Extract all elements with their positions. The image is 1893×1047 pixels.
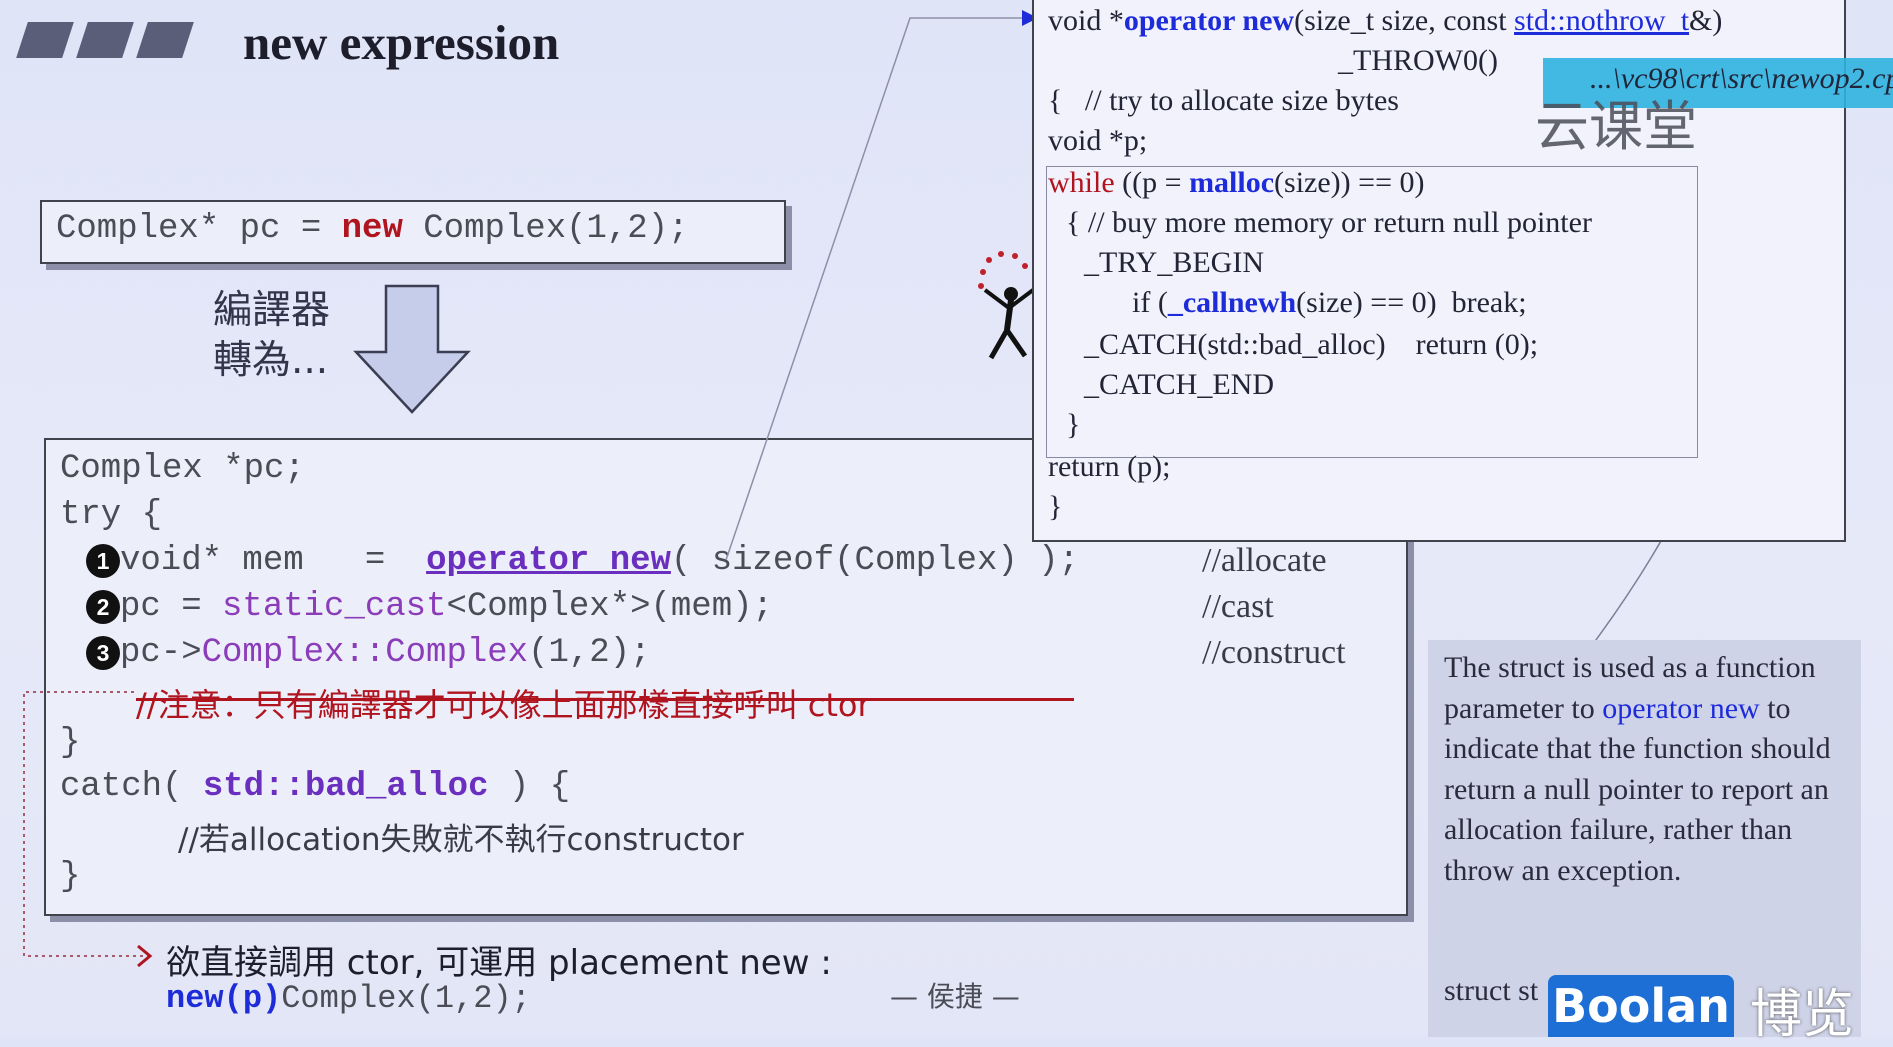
code-line: } <box>1048 490 1063 523</box>
placement-new-caption: 欲直接調用 ctor, 可運用 placement new : <box>166 943 832 983</box>
code-line: { // buy more memory or return null poin… <box>1066 206 1592 239</box>
code-line: _CATCH(std::bad_alloc) return (0); <box>1084 328 1539 361</box>
code-line: { // try to allocate size bytes <box>1048 84 1399 117</box>
code-line: void *operator new(size_t size, const st… <box>1048 4 1723 37</box>
code-line: if (_callnewh(size) == 0) break; <box>1132 286 1527 319</box>
nothrow-note-text: The struct is used as a function paramet… <box>1444 651 1831 887</box>
code-line: _CATCH_END <box>1084 368 1275 401</box>
code-line: void *p; <box>1048 124 1148 157</box>
cloud-classroom-watermark: 云课堂 <box>1535 95 1697 158</box>
boolan-logo: Boolan <box>1548 975 1734 1037</box>
code-line: _TRY_BEGIN <box>1084 246 1264 279</box>
code-line: return (p); <box>1048 450 1171 483</box>
code-line: _THROW0() <box>1338 44 1498 77</box>
code-line: while ((p = malloc(size)) == 0) <box>1048 166 1425 199</box>
boolan-cn-logo: 博览 <box>1750 985 1855 1045</box>
struct-decl: struct st <box>1444 974 1539 1007</box>
placement-new-code: new(p)Complex(1,2); <box>166 980 531 1017</box>
author-credit: — 侯捷 — <box>890 980 1020 1013</box>
code-line: } <box>1066 408 1081 441</box>
